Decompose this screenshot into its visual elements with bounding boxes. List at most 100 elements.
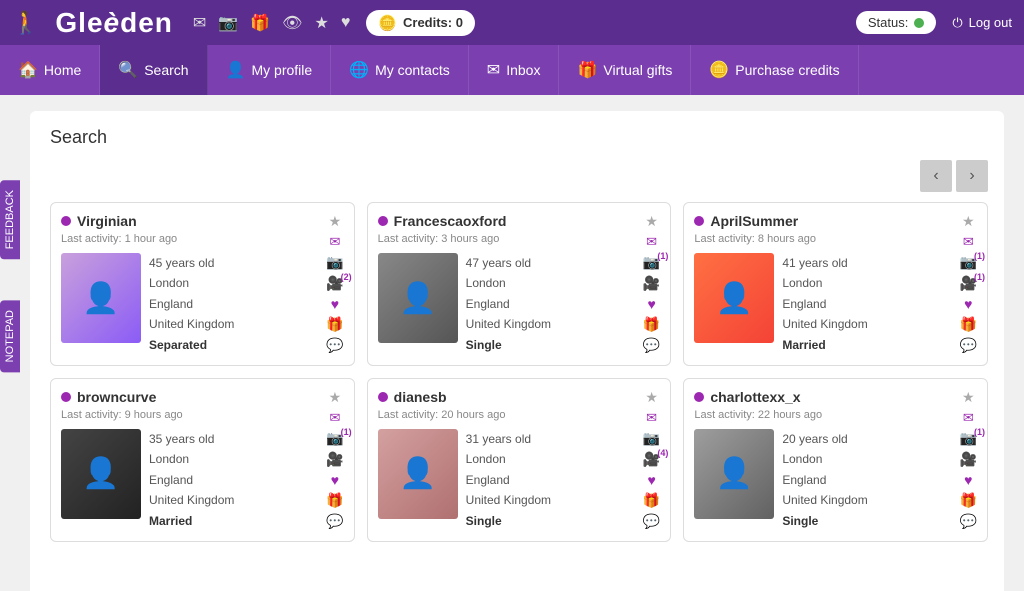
- video-icon-francescaoxford[interactable]: 🎥: [643, 275, 660, 292]
- photo-icon-dianesb[interactable]: 📷: [643, 430, 660, 447]
- search-icon: 🔍: [118, 60, 138, 80]
- message-icon-charlottexx[interactable]: ✉: [963, 410, 974, 426]
- gift-action-icon-aprilsummer[interactable]: 🎁: [960, 316, 977, 333]
- chat-icon-virginian[interactable]: 💬: [326, 337, 343, 354]
- heart-action-icon-browncurve[interactable]: ♥: [331, 472, 339, 488]
- chat-icon-francescaoxford[interactable]: 💬: [643, 337, 660, 354]
- heart-action-icon-aprilsummer[interactable]: ♥: [964, 296, 972, 312]
- profile-card-dianesb: dianesb Last activity: 20 hours ago 👤 31…: [367, 378, 672, 542]
- profile-photo-browncurve[interactable]: 👤: [61, 429, 141, 519]
- video-icon-dianesb[interactable]: 🎥(4): [643, 451, 660, 468]
- profile-photo-charlottexx[interactable]: 👤: [694, 429, 774, 519]
- photo-icon-virginian[interactable]: 📷: [326, 254, 343, 271]
- favorite-icon-dianesb[interactable]: ★: [645, 389, 658, 406]
- profile-photo-dianesb[interactable]: 👤: [378, 429, 458, 519]
- heart-icon[interactable]: ♥: [341, 14, 351, 32]
- age-francescaoxford: 47 years old: [466, 253, 661, 273]
- photo-placeholder-icon: 👤: [82, 281, 119, 316]
- country-aprilsummer: United Kingdom: [782, 314, 977, 334]
- message-icon-francescaoxford[interactable]: ✉: [646, 234, 657, 250]
- photo-icon-aprilsummer[interactable]: 📷(1): [960, 254, 977, 271]
- online-dot: [378, 216, 388, 226]
- photo-count-browncurve: (1): [341, 427, 352, 437]
- photo-icon-charlottexx[interactable]: 📷(1): [960, 430, 977, 447]
- chat-icon-browncurve[interactable]: 💬: [326, 513, 343, 530]
- age-virginian: 45 years old: [149, 253, 344, 273]
- heart-action-icon-virginian[interactable]: ♥: [331, 296, 339, 312]
- credits-icon: 🪙: [378, 14, 397, 32]
- nav-inbox[interactable]: ✉ Inbox: [469, 45, 560, 95]
- favorite-icon-browncurve[interactable]: ★: [329, 389, 342, 406]
- topbar-right: Status: ⏻ Log out: [856, 11, 1012, 34]
- favorite-icon-aprilsummer[interactable]: ★: [962, 213, 975, 230]
- username-virginian[interactable]: Virginian: [77, 213, 137, 229]
- heart-action-icon-francescaoxford[interactable]: ♥: [647, 296, 655, 312]
- profile-card-virginian: Virginian Last activity: 1 hour ago 👤 45…: [50, 202, 355, 366]
- profile-photo-aprilsummer[interactable]: 👤: [694, 253, 774, 343]
- video-icon-browncurve[interactable]: 🎥: [326, 451, 343, 468]
- feedback-tab[interactable]: FEEDBACK: [0, 180, 20, 259]
- favorite-icon-virginian[interactable]: ★: [329, 213, 342, 230]
- credits-nav-icon: 🪙: [709, 60, 729, 80]
- chat-icon-aprilsummer[interactable]: 💬: [960, 337, 977, 354]
- credits-badge[interactable]: 🪙 Credits: 0: [366, 10, 475, 36]
- profile-photo-virginian[interactable]: 👤: [61, 253, 141, 343]
- heart-action-icon-charlottexx[interactable]: ♥: [964, 472, 972, 488]
- gift-icon[interactable]: 🎁: [250, 13, 270, 33]
- gift-action-icon-virginian[interactable]: 🎁: [326, 316, 343, 333]
- star-icon[interactable]: ★: [314, 13, 328, 33]
- camera-icon[interactable]: 📷: [218, 13, 238, 33]
- nav-purchase-credits[interactable]: 🪙 Purchase credits: [691, 45, 858, 95]
- video-count-dianesb: (4): [657, 448, 668, 458]
- username-dianesb[interactable]: dianesb: [394, 389, 447, 405]
- gifts-icon: 🎁: [577, 60, 597, 80]
- credits-label: Credits: 0: [403, 15, 463, 30]
- country-dianesb: United Kingdom: [466, 490, 661, 510]
- notepad-tab[interactable]: NOTEPAD: [0, 300, 20, 372]
- status-aprilsummer: Married: [782, 335, 977, 355]
- gift-action-icon-charlottexx[interactable]: 🎁: [960, 492, 977, 509]
- chat-icon-dianesb[interactable]: 💬: [643, 513, 660, 530]
- gift-action-icon-browncurve[interactable]: 🎁: [326, 492, 343, 509]
- next-page-button[interactable]: ›: [956, 160, 988, 192]
- eye-icon[interactable]: 👁: [282, 13, 302, 33]
- logout-button[interactable]: ⏻ Log out: [952, 15, 1012, 31]
- favorite-icon-francescaoxford[interactable]: ★: [645, 213, 658, 230]
- username-browncurve[interactable]: browncurve: [77, 389, 156, 405]
- nav-my-contacts[interactable]: 🌐 My contacts: [331, 45, 469, 95]
- last-activity-francescaoxford: Last activity: 3 hours ago: [378, 233, 661, 245]
- video-icon-virginian[interactable]: 🎥(2): [326, 275, 343, 292]
- username-francescaoxford[interactable]: Francescaoxford: [394, 213, 507, 229]
- message-icon-virginian[interactable]: ✉: [329, 234, 340, 250]
- gift-action-icon-francescaoxford[interactable]: 🎁: [643, 316, 660, 333]
- nav-my-profile[interactable]: 👤 My profile: [208, 45, 332, 95]
- photo-placeholder-icon: 👤: [82, 456, 119, 491]
- prev-page-button[interactable]: ‹: [920, 160, 952, 192]
- logo-area: 🚶 Gleèden: [12, 7, 173, 39]
- nav-search[interactable]: 🔍 Search: [100, 45, 207, 95]
- card-header: Virginian: [61, 213, 344, 229]
- favorite-icon-charlottexx[interactable]: ★: [962, 389, 975, 406]
- message-icon-dianesb[interactable]: ✉: [646, 410, 657, 426]
- video-count-virginian: (2): [341, 272, 352, 282]
- photo-icon-francescaoxford[interactable]: 📷(1): [643, 254, 660, 271]
- username-charlottexx[interactable]: charlottexx_x: [710, 389, 800, 405]
- username-aprilsummer[interactable]: AprilSummer: [710, 213, 798, 229]
- message-icon-aprilsummer[interactable]: ✉: [963, 234, 974, 250]
- nav-home[interactable]: 🏠 Home: [0, 45, 100, 95]
- photo-icon-browncurve[interactable]: 📷(1): [326, 430, 343, 447]
- chat-icon-charlottexx[interactable]: 💬: [960, 513, 977, 530]
- nav-virtual-gifts[interactable]: 🎁 Virtual gifts: [559, 45, 691, 95]
- card-body: 👤 35 years old London England United Kin…: [61, 429, 344, 531]
- profile-info-charlottexx: 20 years old London England United Kingd…: [782, 429, 977, 531]
- status-pill: Status:: [856, 11, 936, 34]
- video-icon-charlottexx[interactable]: 🎥: [960, 451, 977, 468]
- message-icon[interactable]: ✉: [193, 13, 206, 33]
- profile-photo-francescaoxford[interactable]: 👤: [378, 253, 458, 343]
- topbar: 🚶 Gleèden ✉ 📷 🎁 👁 ★ ♥ 🪙 Credits: 0 Statu…: [0, 0, 1024, 45]
- heart-action-icon-dianesb[interactable]: ♥: [647, 472, 655, 488]
- message-icon-browncurve[interactable]: ✉: [329, 410, 340, 426]
- gift-action-icon-dianesb[interactable]: 🎁: [643, 492, 660, 509]
- video-icon-aprilsummer[interactable]: 🎥(1): [960, 275, 977, 292]
- search-container: Search ‹ › Virginian Last activity: 1 ho…: [30, 111, 1004, 591]
